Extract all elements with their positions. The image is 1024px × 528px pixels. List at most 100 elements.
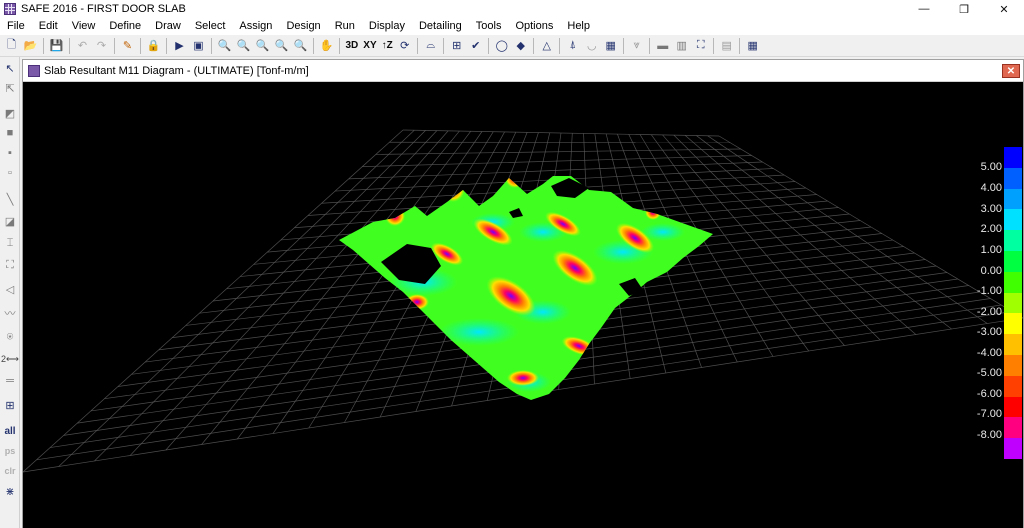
- run-icon[interactable]: ▶: [171, 37, 189, 55]
- view-3d-button[interactable]: 3D: [344, 37, 361, 55]
- window-controls: — ❐ ✕: [904, 0, 1024, 18]
- pan-hand-icon[interactable]: ✋: [318, 37, 336, 55]
- legend-swatch: [1004, 188, 1022, 210]
- zoom-window-icon[interactable]: 🔍: [216, 37, 234, 55]
- undo-icon[interactable]: ↶: [74, 37, 92, 55]
- draw-reference-line-icon[interactable]: ═: [1, 372, 19, 390]
- draw-rectangle-icon[interactable]: ■: [1, 124, 19, 142]
- beam-icon[interactable]: ▬: [654, 37, 672, 55]
- perspective-icon[interactable]: ⌓: [422, 37, 440, 55]
- checkmark-icon[interactable]: ✔: [467, 37, 485, 55]
- draw-strip-icon[interactable]: ⛶: [1, 256, 19, 274]
- redo-icon[interactable]: ↷: [93, 37, 111, 55]
- intersecting-line-select-icon[interactable]: ⋇: [1, 482, 19, 500]
- close-button[interactable]: ✕: [984, 0, 1024, 18]
- restore-button[interactable]: ❐: [944, 0, 984, 18]
- toolbar-separator: [339, 37, 340, 54]
- new-file-icon[interactable]: 🗋: [3, 37, 21, 55]
- main-toolbar: 🗋 📂 💾 ↶ ↷ ✎ 🔒 ▶ ▣ 🔍 🔍 🔍 🔍 🔍 ✋ 3D XY ↑Z ⟳…: [0, 35, 1024, 57]
- toolbar-separator: [166, 37, 167, 54]
- menu-run[interactable]: Run: [328, 18, 362, 35]
- draw-line-icon[interactable]: ╲: [1, 190, 19, 208]
- left-toolbar: ↖ ⇱ ◩ ■ ▪ ▫ ╲ ◪ ⌶ ⛶ ◁ 〰 ⍟ 2⟷ ═ ⊞ all ps …: [0, 57, 20, 528]
- view-title: Slab Resultant M11 Diagram - (ULTIMATE) …: [44, 64, 309, 77]
- previous-selection-button[interactable]: ps: [1, 442, 19, 460]
- menu-help[interactable]: Help: [560, 18, 597, 35]
- menu-select[interactable]: Select: [188, 18, 233, 35]
- app-window: SAFE 2016 - FIRST DOOR SLAB — ❐ ✕ File E…: [0, 0, 1024, 528]
- circle-icon[interactable]: ◯: [493, 37, 511, 55]
- draw-column-icon[interactable]: ▪: [1, 144, 19, 162]
- legend-swatch: [1004, 271, 1022, 294]
- draw-tendon-icon[interactable]: ◁: [1, 280, 19, 298]
- table-icon[interactable]: ▦: [744, 37, 762, 55]
- legend-label: 0.00: [980, 265, 1002, 277]
- toolbar-separator: [69, 37, 70, 54]
- deformed-shape-icon[interactable]: ◆: [512, 37, 530, 55]
- view-window: Slab Resultant M11 Diagram - (ULTIMATE) …: [22, 59, 1024, 528]
- reaction-icon[interactable]: ⩔: [628, 37, 646, 55]
- menu-define[interactable]: Define: [102, 18, 148, 35]
- punching-shear-icon[interactable]: ⛶: [692, 37, 710, 55]
- menu-assign[interactable]: Assign: [232, 18, 279, 35]
- draw-beam-icon[interactable]: ◪: [1, 212, 19, 230]
- title-bar: SAFE 2016 - FIRST DOOR SLAB — ❐ ✕: [0, 0, 1024, 18]
- draw-wall-icon[interactable]: ⌶: [1, 234, 19, 252]
- menu-view[interactable]: View: [65, 18, 103, 35]
- toolbar-separator: [443, 37, 445, 54]
- view-xy-button[interactable]: XY: [361, 37, 378, 55]
- lock-icon[interactable]: 🔒: [145, 37, 163, 55]
- wall-icon[interactable]: ▥: [673, 37, 691, 55]
- draw-opening-icon[interactable]: ▫: [1, 164, 19, 182]
- legend-label: 3.00: [980, 203, 1002, 215]
- minimize-button[interactable]: —: [904, 0, 944, 18]
- menu-tools[interactable]: Tools: [469, 18, 509, 35]
- draw-dimension-icon[interactable]: 2⟷: [1, 350, 19, 368]
- model-canvas[interactable]: 5.00 4.00 3.00 2.00 1.00 0.00 -1.00 -2.0…: [23, 82, 1023, 528]
- menu-options[interactable]: Options: [508, 18, 560, 35]
- zoom-out-icon[interactable]: 🔍: [273, 37, 291, 55]
- menu-draw[interactable]: Draw: [148, 18, 188, 35]
- menu-file[interactable]: File: [0, 18, 32, 35]
- report-icon[interactable]: ▤: [718, 37, 736, 55]
- open-folder-icon[interactable]: 📂: [22, 37, 40, 55]
- strip-icon[interactable]: ◡: [583, 37, 601, 55]
- toolbar-separator: [739, 37, 741, 54]
- select-all-button[interactable]: all: [1, 422, 19, 440]
- draw-spring-icon[interactable]: 〰: [1, 304, 19, 322]
- snap-options-icon[interactable]: ⊞: [1, 396, 19, 414]
- model-viewport-svg: [23, 129, 1023, 473]
- grid-line: [696, 135, 952, 330]
- legend-swatch: [1004, 251, 1022, 273]
- support-icon[interactable]: ⍋: [564, 37, 582, 55]
- menu-detailing[interactable]: Detailing: [412, 18, 469, 35]
- display-icon[interactable]: ▣: [190, 37, 208, 55]
- legend-label: -7.00: [976, 408, 1002, 420]
- rotate-view-icon[interactable]: ⟳: [396, 37, 414, 55]
- safe-app-icon: [4, 3, 16, 15]
- toolbar-separator: [211, 37, 212, 54]
- toolbar-separator: [114, 37, 115, 54]
- menu-design[interactable]: Design: [279, 18, 327, 35]
- toolbar-separator: [559, 37, 561, 54]
- clear-selection-button[interactable]: clr: [1, 462, 19, 480]
- zoom-restore-icon[interactable]: 🔍: [235, 37, 253, 55]
- triangle-icon[interactable]: △: [538, 37, 556, 55]
- view-close-button[interactable]: ✕: [1002, 64, 1020, 78]
- slab-display-icon[interactable]: ▦: [602, 37, 620, 55]
- draw-slab-icon[interactable]: ◩: [1, 104, 19, 122]
- pencil-icon[interactable]: ✎: [119, 37, 137, 55]
- view-xz-button[interactable]: ↑Z: [380, 37, 395, 55]
- zoom-extents-icon[interactable]: 🔍: [292, 37, 310, 55]
- menu-display[interactable]: Display: [362, 18, 412, 35]
- legend-swatch: [1004, 167, 1022, 190]
- grid-options-icon[interactable]: ⊞: [448, 37, 466, 55]
- legend-label: -6.00: [976, 388, 1002, 400]
- zoom-in-icon[interactable]: 🔍: [254, 37, 272, 55]
- save-icon[interactable]: 💾: [48, 37, 66, 55]
- draw-point-load-icon[interactable]: ⍟: [1, 328, 19, 346]
- menu-edit[interactable]: Edit: [32, 18, 65, 35]
- legend-label: 1.00: [980, 244, 1002, 256]
- reshape-icon[interactable]: ⇱: [1, 79, 19, 97]
- pointer-icon[interactable]: ↖: [1, 59, 19, 77]
